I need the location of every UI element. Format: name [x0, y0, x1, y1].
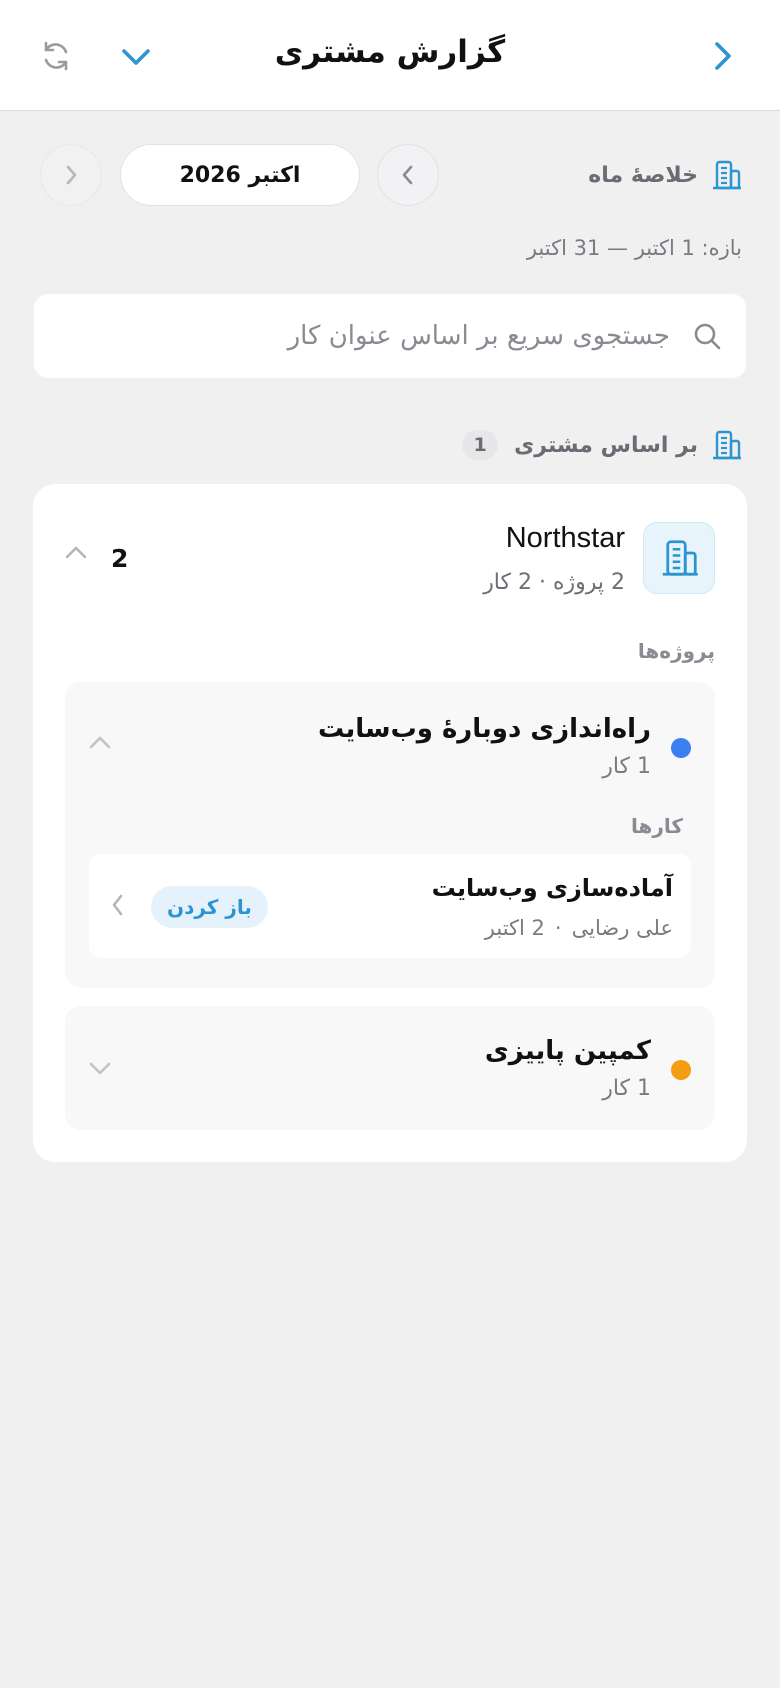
refresh-button[interactable]: [32, 32, 80, 80]
task-title: آماده‌سازی وب‌سایت: [431, 874, 673, 902]
task-date: 2 اکتبر: [484, 916, 545, 940]
chevron-left-icon: [402, 165, 413, 185]
clients-section-label: بر اساس مشتری 1: [462, 424, 742, 466]
date-range: بازه: 1 اکتبر — 31 اکتبر: [526, 236, 742, 260]
client-avatar: [643, 522, 715, 594]
search-icon: [694, 323, 721, 350]
chevron-up-icon: [89, 736, 111, 749]
current-month[interactable]: اکتبر 2026: [120, 144, 360, 206]
project-title: کمپین پاییزی: [484, 1036, 651, 1066]
client-meta: 2 پروژه · 2 کار: [483, 570, 625, 595]
project-color-dot: [671, 1060, 691, 1080]
task-meta: علی رضایی · 2 اکتبر: [485, 916, 673, 940]
chevron-left-icon: [112, 894, 123, 916]
open-task-button[interactable]: باز کردن: [151, 886, 268, 928]
project-meta: 1 کار: [602, 754, 651, 779]
collapse-project-button[interactable]: [87, 732, 113, 756]
building-icon: [713, 430, 741, 460]
project-card[interactable]: کمپین پاییزی 1 کار: [65, 1006, 715, 1130]
task-assignee: علی رضایی: [571, 916, 673, 940]
collapse-client-button[interactable]: [63, 542, 89, 566]
chevron-down-icon: [122, 49, 150, 65]
app-header: گزارش مشتری: [0, 0, 780, 111]
search-bar: [34, 294, 746, 378]
building-icon: [713, 160, 741, 190]
previous-month-button[interactable]: [377, 144, 439, 206]
chevron-down-icon: [89, 1062, 111, 1075]
project-card: راه‌اندازی دوبارهٔ وب‌سایت 1 کار کارها آ…: [65, 682, 715, 988]
client-card: Northstar 2 پروژه · 2 کار 2 پروژه‌ها راه…: [33, 484, 747, 1162]
chevron-up-icon: [65, 546, 87, 559]
refresh-icon: [44, 41, 68, 71]
building-icon: [662, 540, 698, 576]
tasks-label: کارها: [630, 814, 683, 838]
client-task-count: 2: [111, 544, 129, 573]
project-meta: 1 کار: [602, 1076, 651, 1101]
project-color-dot: [671, 738, 691, 758]
chevron-right-icon: [66, 165, 77, 185]
project-title: راه‌اندازی دوبارهٔ وب‌سایت: [318, 714, 651, 744]
projects-label: پروژه‌ها: [637, 639, 715, 663]
summary-label-text: خلاصهٔ ماه: [588, 162, 698, 188]
section-label-text: بر اساس مشتری: [514, 432, 698, 458]
client-count-badge: 1: [462, 430, 499, 460]
search-input[interactable]: [70, 312, 670, 360]
task-card[interactable]: آماده‌سازی وب‌سایت علی رضایی · 2 اکتبر ب…: [89, 854, 691, 958]
meta-separator: ·: [554, 916, 562, 940]
expand-project-button[interactable]: [87, 1058, 113, 1082]
month-summary-label: خلاصهٔ ماه: [588, 154, 742, 196]
month-selector-row: خلاصهٔ ماه اکتبر 2026: [0, 144, 780, 206]
task-chevron[interactable]: [109, 892, 127, 922]
dropdown-button[interactable]: [112, 32, 160, 80]
next-month-button[interactable]: [40, 144, 102, 206]
client-name: Northstar: [505, 522, 625, 554]
